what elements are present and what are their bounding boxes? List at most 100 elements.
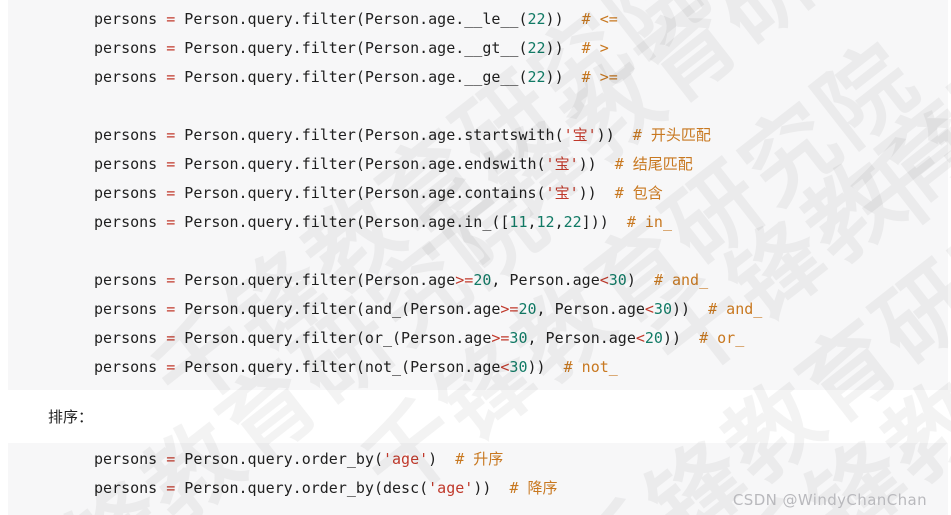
code-token-plain: )) (578, 184, 615, 202)
code-token-plain: Person.query.filter(Person.age (175, 271, 456, 289)
code-token-plain: persons (94, 450, 167, 468)
code-token-com: # not_ (563, 358, 618, 376)
code-token-plain: )) (662, 329, 700, 347)
code-token-op: < (635, 329, 645, 347)
code-token-plain: )) (545, 10, 582, 28)
code-token-num: 11 (509, 213, 528, 231)
code-token-str: '宝' (545, 184, 579, 202)
code-token-plain: Person.query.filter(not_(Person.age (175, 358, 501, 376)
code-block-filters[interactable]: persons = Person.query.filter(Person.age… (8, 0, 948, 390)
code-token-plain: persons (94, 300, 167, 318)
code-token-plain: Person.query.filter(and_(Person.age (175, 300, 501, 318)
csdn-attribution: CSDN @WindyChanChan (732, 491, 927, 509)
code-token-plain: persons (94, 126, 167, 144)
code-token-com: # <= (581, 10, 618, 28)
code-line: persons = Person.query.order_by('age') #… (94, 445, 948, 474)
code-line: persons = Person.query.filter(Person.age… (94, 150, 948, 179)
code-token-op: = (166, 450, 176, 468)
code-token-plain: persons (94, 39, 167, 57)
code-token-str: 'age' (383, 450, 429, 468)
section-heading-sorting: 排序： (48, 408, 94, 426)
code-token-plain: ])) (581, 213, 627, 231)
code-token-op: = (166, 329, 176, 347)
code-token-plain: persons (94, 155, 167, 173)
code-token-op: = (166, 479, 176, 497)
code-line: persons = Person.query.filter(Person.age… (94, 5, 948, 34)
code-token-com: # in_ (626, 213, 672, 231)
code-token-plain: Person.query.filter(Person.age.__gt__( (175, 39, 528, 57)
code-token-plain: Person.query.order_by( (175, 450, 383, 468)
code-line: persons = Person.query.filter(Person.age… (94, 121, 948, 150)
code-token-plain: , Person.age (527, 329, 636, 347)
code-token-plain: )) (545, 39, 582, 57)
code-token-op: = (166, 184, 176, 202)
code-token-com: # 包含 (614, 184, 663, 202)
code-token-plain: persons (94, 184, 167, 202)
code-line: persons = Person.query.filter(or_(Person… (94, 324, 948, 353)
code-token-com: # and_ (653, 271, 709, 289)
code-token-num: 22 (563, 213, 582, 231)
code-token-plain: , (554, 213, 564, 231)
code-token-num: 20 (644, 329, 663, 347)
code-token-plain: persons (94, 213, 167, 231)
code-token-com: # 开头匹配 (632, 126, 711, 144)
code-line: persons = Person.query.filter(Person.age… (94, 63, 948, 92)
code-line: persons = Person.query.filter(Person.age… (94, 34, 948, 63)
code-token-plain: )) (545, 68, 582, 86)
code-token-plain: persons (94, 479, 167, 497)
code-token-str: '宝' (545, 155, 579, 173)
code-token-op: < (644, 300, 654, 318)
code-token-plain: Person.query.filter(Person.age.__ge__( (175, 68, 528, 86)
code-token-num: 12 (536, 213, 555, 231)
code-token-op: = (166, 358, 176, 376)
code-token-num: 22 (527, 10, 546, 28)
code-token-com: # >= (581, 68, 618, 86)
code-token-plain: Person.query.filter(Person.age.__le__( (175, 10, 528, 28)
code-token-com: # 结尾匹配 (614, 155, 693, 173)
code-token-num: 22 (527, 39, 546, 57)
code-token-com: # 升序 (455, 450, 504, 468)
code-token-num: 20 (518, 300, 537, 318)
code-token-plain: )) (671, 300, 709, 318)
code-line: persons = Person.query.filter(Person.age… (94, 266, 948, 295)
code-line: persons = Person.query.filter(and_(Perso… (94, 295, 948, 324)
code-token-plain: Person.query.filter(Person.age.endswith( (175, 155, 546, 173)
code-token-op: < (599, 271, 609, 289)
code-token-op: = (166, 155, 176, 173)
code-lines-filters: persons = Person.query.filter(Person.age… (8, 0, 948, 382)
code-token-plain: persons (94, 271, 167, 289)
code-token-op: = (166, 126, 176, 144)
code-token-plain: )) (473, 479, 510, 497)
code-token-com: # and_ (708, 300, 763, 318)
code-token-plain: persons (94, 10, 167, 28)
code-line: persons = Person.query.filter(not_(Perso… (94, 353, 948, 382)
code-token-com: # or_ (699, 329, 745, 347)
code-line: persons = Person.query.filter(Person.age… (94, 179, 948, 208)
code-token-str: '宝' (563, 126, 597, 144)
code-token-com: # > (581, 39, 609, 57)
code-token-plain: Person.query.filter(Person.age.in_([ (175, 213, 510, 231)
code-token-plain: , Person.age (491, 271, 600, 289)
code-line: persons = Person.query.filter(Person.age… (94, 208, 948, 237)
code-token-plain: persons (94, 68, 167, 86)
code-token-op: >= (500, 300, 519, 318)
code-token-plain: Person.query.filter(or_(Person.age (175, 329, 492, 347)
code-token-str: 'age' (428, 479, 474, 497)
code-token-num: 30 (608, 271, 627, 289)
code-token-plain: )) (596, 126, 633, 144)
code-token-num: 20 (473, 271, 492, 289)
code-token-com: # 降序 (509, 479, 558, 497)
code-token-op: = (166, 10, 176, 28)
code-token-num: 30 (653, 300, 672, 318)
code-token-plain: persons (94, 358, 167, 376)
code-token-num: 30 (509, 329, 528, 347)
code-token-op: = (166, 271, 176, 289)
code-token-plain: Person.query.filter(Person.age.startswit… (175, 126, 564, 144)
code-token-op: = (166, 213, 176, 231)
code-token-plain: )) (578, 155, 615, 173)
code-token-plain: , (527, 213, 537, 231)
code-token-op: >= (455, 271, 474, 289)
screenshot-page: 千锋教育研究院千锋教育研究院千锋教育研究院千锋教育研究院千锋教育研究院千锋教育研… (0, 0, 951, 515)
code-token-op: = (166, 300, 176, 318)
